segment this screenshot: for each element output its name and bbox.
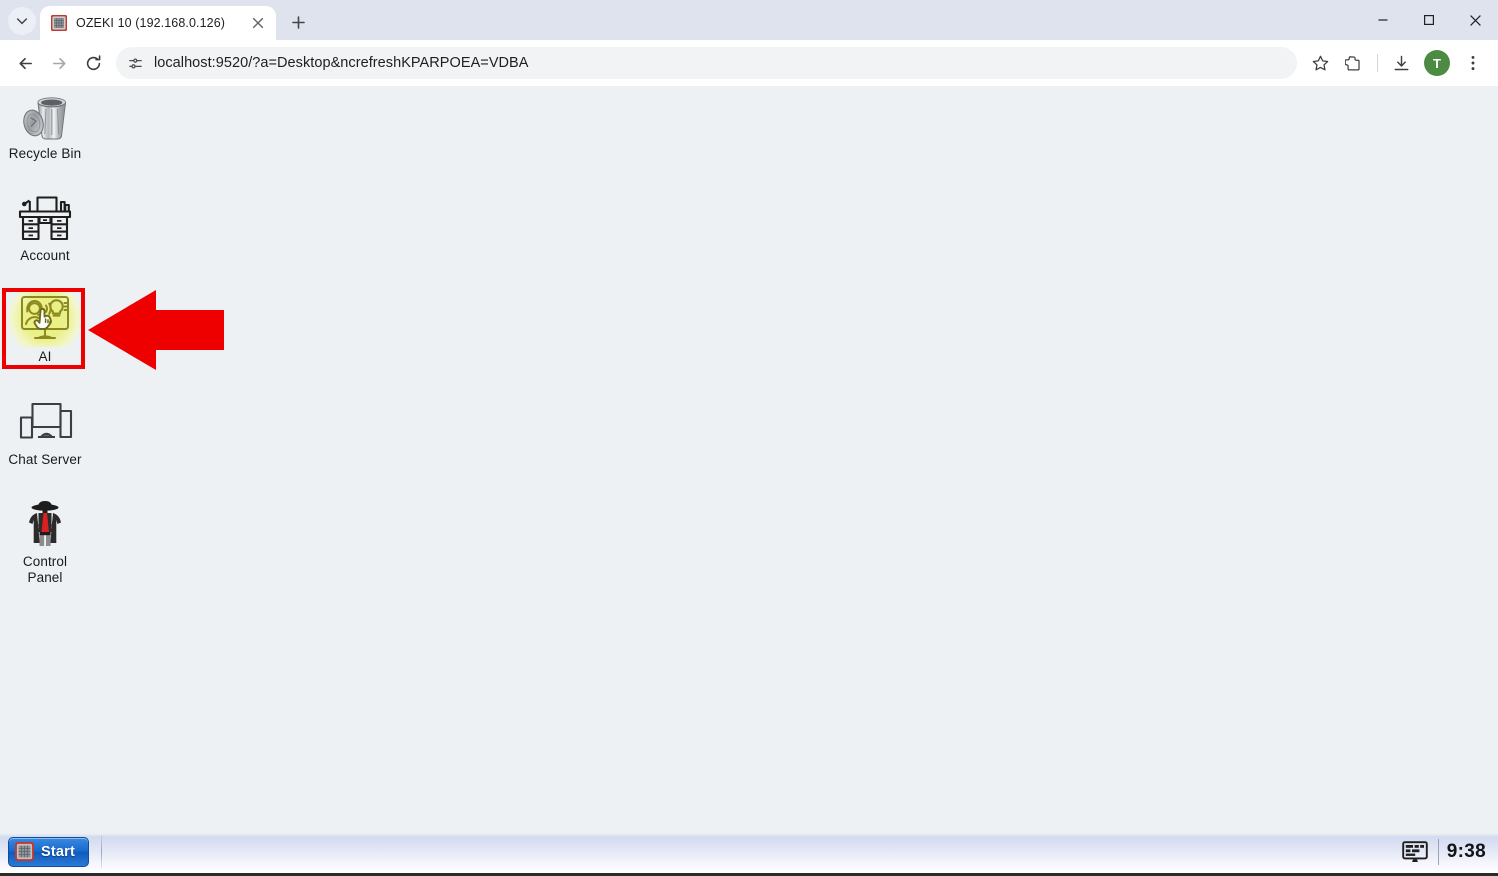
tab-ozeki-10[interactable]: OZEKI 10 (192.168.0.126) [40,6,276,40]
browser-toolbar: localhost:9520/?a=Desktop&ncrefreshKPARP… [0,40,1498,86]
tab-search-button[interactable] [8,7,36,35]
taskbar: Start 9:38 [0,830,1498,876]
tab-title: OZEKI 10 (192.168.0.126) [76,16,226,30]
address-bar[interactable]: localhost:9520/?a=Desktop&ncrefreshKPARP… [116,47,1297,79]
puzzle-piece-icon [1344,55,1360,71]
desktop-icon-label: AI [38,349,52,364]
desktop-icon-ai[interactable]: AI [5,291,85,365]
reload-icon [86,54,100,70]
chat-server-icon [5,394,85,450]
window-controls [1360,0,1498,40]
recycle-bin-icon [5,88,85,144]
profile-avatar[interactable]: T [1424,50,1450,76]
start-button[interactable]: Start [8,836,90,867]
reload-button[interactable] [76,46,110,80]
back-button[interactable] [8,46,42,80]
annotation-arrow-left-icon [86,286,226,374]
tab-close-button[interactable] [248,13,268,33]
desk-account-icon [5,190,85,246]
desktop-icon-label: Account [20,248,70,263]
system-tray: 9:38 [1400,830,1498,873]
ai-monitor-icon [5,291,85,347]
plus-icon [291,15,305,29]
forward-button[interactable] [42,46,76,80]
taskbar-divider [101,834,103,869]
window-close-button[interactable] [1452,0,1498,40]
bookmark-button[interactable] [1303,46,1337,80]
star-icon [1312,55,1328,71]
taskbar-clock[interactable]: 9:38 [1447,841,1490,863]
three-dot-menu-icon [1471,55,1475,71]
control-panel-icon [5,496,85,552]
desktop-icon-label: Chat Server [8,452,82,467]
new-tab-button[interactable] [284,8,312,36]
start-button-label: Start [41,843,76,860]
close-icon [252,17,264,29]
close-icon [1469,14,1481,26]
window-minimize-button[interactable] [1360,0,1406,40]
toolbar-divider [1377,54,1378,72]
download-icon [1394,55,1408,70]
downloads-button[interactable] [1384,46,1418,80]
maximize-icon [1424,15,1435,26]
desktop-icon-account[interactable]: Account [5,190,85,264]
chrome-menu-button[interactable] [1456,46,1490,80]
ozeki-grid-icon [14,841,35,862]
tab-strip: OZEKI 10 (192.168.0.126) [0,0,1498,40]
window-maximize-button[interactable] [1406,0,1452,40]
arrow-right-icon [52,57,66,69]
desktop-icon-chat-server[interactable]: Chat Server [5,394,85,468]
site-info-icon[interactable] [122,50,148,76]
extensions-button[interactable] [1337,46,1371,80]
desktop-icon-control-panel[interactable]: Control Panel [5,496,85,586]
desktop-icon-recycle-bin[interactable]: Recycle Bin [5,88,85,162]
minimize-icon [1378,19,1388,21]
browser-window: OZEKI 10 (192.168.0.126) localhost:9520/… [0,0,1498,876]
address-bar-text: localhost:9520/?a=Desktop&ncrefreshKPARP… [154,55,529,71]
monitor-icon[interactable] [1400,839,1430,865]
desktop-icon-label: Control Panel [22,554,68,585]
chevron-down-icon [16,18,28,25]
page-content: Recycle Bin Account AI Chat Server Contr… [0,86,1498,876]
ozeki-desktop[interactable]: Recycle Bin Account AI Chat Server Contr… [0,86,1498,830]
ozeki-grid-icon [50,14,68,32]
desktop-icon-label: Recycle Bin [8,146,82,161]
arrow-left-icon [18,57,32,69]
tray-divider [1437,838,1439,865]
